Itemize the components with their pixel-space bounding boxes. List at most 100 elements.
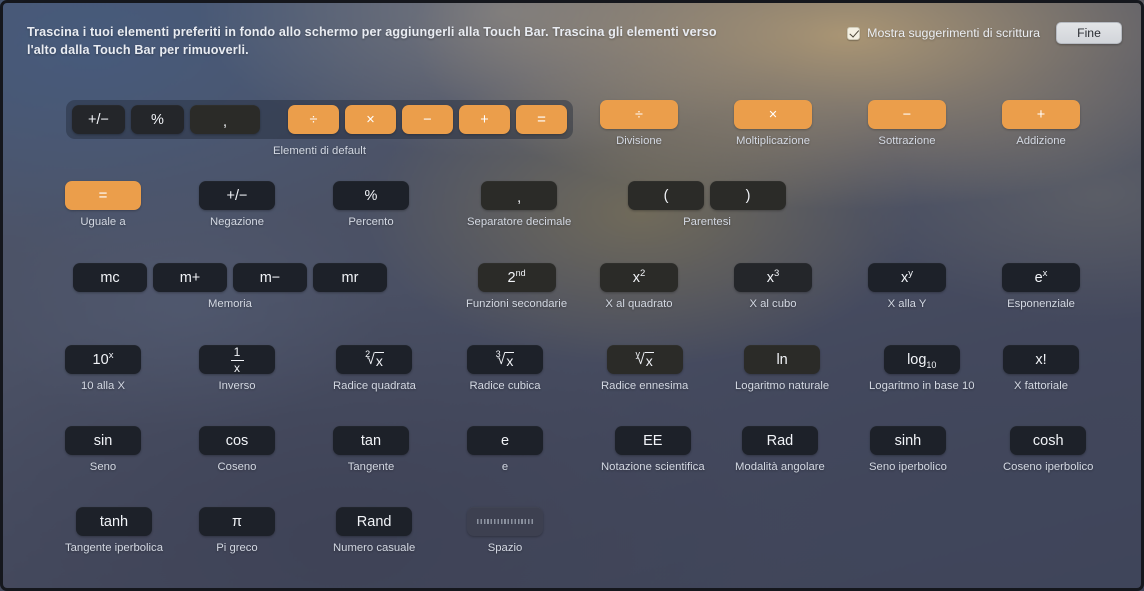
item-seno[interactable]: sin Seno: [65, 426, 141, 473]
logaritmo-naturale-caption: Logaritmo naturale: [735, 380, 830, 392]
item-coseno-iperbolico[interactable]: cosh Coseno iperbolico: [1003, 426, 1093, 473]
x-alla-y-caption: X alla Y: [887, 298, 927, 310]
item-notazione-scientifica[interactable]: EE Notazione scientifica: [601, 426, 705, 473]
radice-cubica-caption: Radice cubica: [469, 380, 541, 392]
modalita-angolare-caption: Modalità angolare: [735, 461, 825, 473]
item-dieci-alla-x[interactable]: 10x 10 alla X: [65, 345, 141, 392]
numero-casuale-button[interactable]: Rand: [336, 507, 413, 536]
item-addizione[interactable]: + Addizione: [1002, 100, 1080, 147]
memoria-m-minus-button[interactable]: m−: [233, 263, 307, 292]
e-button[interactable]: e: [467, 426, 543, 455]
item-logaritmo-base-10[interactable]: log10 Logaritmo in base 10: [869, 345, 975, 392]
item-x-al-quadrato[interactable]: x2 X al quadrato: [600, 263, 678, 310]
spazio-button[interactable]: [467, 507, 543, 536]
x-alla-y-button[interactable]: xy: [868, 263, 946, 292]
moltiplicazione-glyph: ×: [768, 106, 778, 123]
x-al-cubo-button[interactable]: x3: [734, 263, 812, 292]
memoria-mc-button[interactable]: mc: [73, 263, 147, 292]
item-percento[interactable]: % Percento: [333, 181, 409, 228]
item-coseno[interactable]: cos Coseno: [199, 426, 275, 473]
show-typing-suggestions-checkbox[interactable]: Mostra suggerimenti di scrittura: [847, 26, 1040, 40]
tray-item-percent[interactable]: %: [131, 105, 184, 134]
item-radice-ennesima[interactable]: y √ x Radice ennesima: [601, 345, 688, 392]
esponenziale-glyph: ex: [1034, 267, 1048, 286]
logaritmo-base-10-button[interactable]: log10: [883, 345, 960, 374]
item-logaritmo-naturale[interactable]: ln Logaritmo naturale: [735, 345, 829, 392]
divisione-button[interactable]: ÷: [600, 100, 678, 129]
item-funzioni-secondarie[interactable]: 2nd Funzioni secondarie: [466, 263, 567, 310]
separatore-decimale-button[interactable]: ,: [481, 181, 558, 210]
tangente-iperbolica-glyph: tanh: [99, 513, 129, 530]
parentesi-chiusa-button[interactable]: ): [710, 181, 786, 210]
seno-iperbolico-button[interactable]: sinh: [869, 426, 946, 455]
tray-item-add[interactable]: +: [459, 105, 510, 134]
tray-item-negate[interactable]: +/−: [72, 105, 125, 134]
item-modalita-angolare[interactable]: Rad Modalità angolare: [735, 426, 825, 473]
x-alla-y-glyph: xy: [901, 267, 913, 286]
x-fattoriale-button[interactable]: x!: [1003, 345, 1079, 374]
tray-item-subtract[interactable]: −: [402, 105, 453, 134]
tray-item-equals[interactable]: =: [516, 105, 567, 134]
radice-ennesima-button[interactable]: y √ x: [606, 345, 683, 374]
moltiplicazione-button[interactable]: ×: [734, 100, 812, 129]
item-sottrazione[interactable]: − Sottrazione: [868, 100, 946, 147]
item-seno-iperbolico[interactable]: sinh Seno iperbolico: [869, 426, 947, 473]
addizione-button[interactable]: +: [1002, 100, 1080, 129]
uguale-a-button[interactable]: =: [65, 181, 141, 210]
item-esponenziale[interactable]: ex Esponenziale: [1002, 263, 1080, 310]
checkmark-icon[interactable]: [847, 26, 861, 40]
tray-item-multiply[interactable]: ×: [345, 105, 396, 134]
item-negazione[interactable]: +/− Negazione: [199, 181, 275, 228]
parentesi-caption: Parentesi: [683, 216, 731, 228]
coseno-button[interactable]: cos: [199, 426, 275, 455]
item-x-alla-y[interactable]: xy X alla Y: [868, 263, 946, 310]
item-spazio[interactable]: Spazio: [467, 507, 543, 554]
coseno-iperbolico-button[interactable]: cosh: [1010, 426, 1087, 455]
logaritmo-naturale-button[interactable]: ln: [744, 345, 821, 374]
item-inverso[interactable]: 1x Inverso: [199, 345, 275, 392]
item-x-fattoriale[interactable]: x! X fattoriale: [1003, 345, 1079, 392]
item-radice-cubica[interactable]: 3 √ x Radice cubica: [467, 345, 543, 392]
esponenziale-button[interactable]: ex: [1002, 263, 1080, 292]
sottrazione-button[interactable]: −: [868, 100, 946, 129]
negazione-button[interactable]: +/−: [199, 181, 275, 210]
item-numero-casuale[interactable]: Rand Numero casuale: [333, 507, 415, 554]
notazione-scientifica-button[interactable]: EE: [614, 426, 691, 455]
item-tangente[interactable]: tan Tangente: [333, 426, 409, 473]
percento-button[interactable]: %: [333, 181, 409, 210]
tray-item-divide[interactable]: ÷: [288, 105, 339, 134]
tray-item-decimal-separator[interactable]: ,: [190, 105, 260, 134]
numero-casuale-glyph: Rand: [356, 513, 392, 530]
dieci-alla-x-button[interactable]: 10x: [65, 345, 141, 374]
memoria-mc-glyph: mc: [100, 269, 120, 286]
modalita-angolare-button[interactable]: Rad: [741, 426, 818, 455]
radice-quadrata-button[interactable]: 2 √ x: [336, 345, 413, 374]
default-elements-tray[interactable]: +/− % , ÷ × − + =: [66, 100, 573, 139]
item-separatore-decimale[interactable]: , Separatore decimale: [467, 181, 571, 228]
coseno-glyph: cos: [225, 432, 249, 449]
item-divisione[interactable]: ÷ Divisione: [600, 100, 678, 147]
done-button[interactable]: Fine: [1056, 22, 1122, 44]
item-radice-quadrata[interactable]: 2 √ x Radice quadrata: [333, 345, 416, 392]
inverso-button[interactable]: 1x: [199, 345, 275, 374]
seno-iperbolico-glyph: sinh: [894, 432, 922, 449]
item-moltiplicazione[interactable]: × Moltiplicazione: [734, 100, 812, 147]
item-x-al-cubo[interactable]: x3 X al cubo: [734, 263, 812, 310]
e-glyph: e: [500, 432, 510, 449]
x-al-quadrato-button[interactable]: x2: [600, 263, 678, 292]
tangente-iperbolica-button[interactable]: tanh: [75, 507, 152, 536]
item-uguale-a[interactable]: = Uguale a: [65, 181, 141, 228]
item-tangente-iperbolica[interactable]: tanh Tangente iperbolica: [65, 507, 163, 554]
funzioni-secondarie-button[interactable]: 2nd: [477, 263, 556, 292]
header-bar: Trascina i tuoi elementi preferiti in fo…: [0, 0, 1144, 62]
seno-button[interactable]: sin: [65, 426, 141, 455]
parentesi-aperta-button[interactable]: (: [628, 181, 704, 210]
item-pi-greco[interactable]: π Pi greco: [199, 507, 275, 554]
parentesi-aperta-glyph: (: [663, 187, 669, 204]
radice-cubica-button[interactable]: 3 √ x: [467, 345, 543, 374]
item-e[interactable]: e e: [467, 426, 543, 473]
memoria-mr-button[interactable]: mr: [313, 263, 387, 292]
memoria-m-plus-button[interactable]: m+: [153, 263, 227, 292]
pi-greco-button[interactable]: π: [199, 507, 275, 536]
tangente-button[interactable]: tan: [333, 426, 409, 455]
